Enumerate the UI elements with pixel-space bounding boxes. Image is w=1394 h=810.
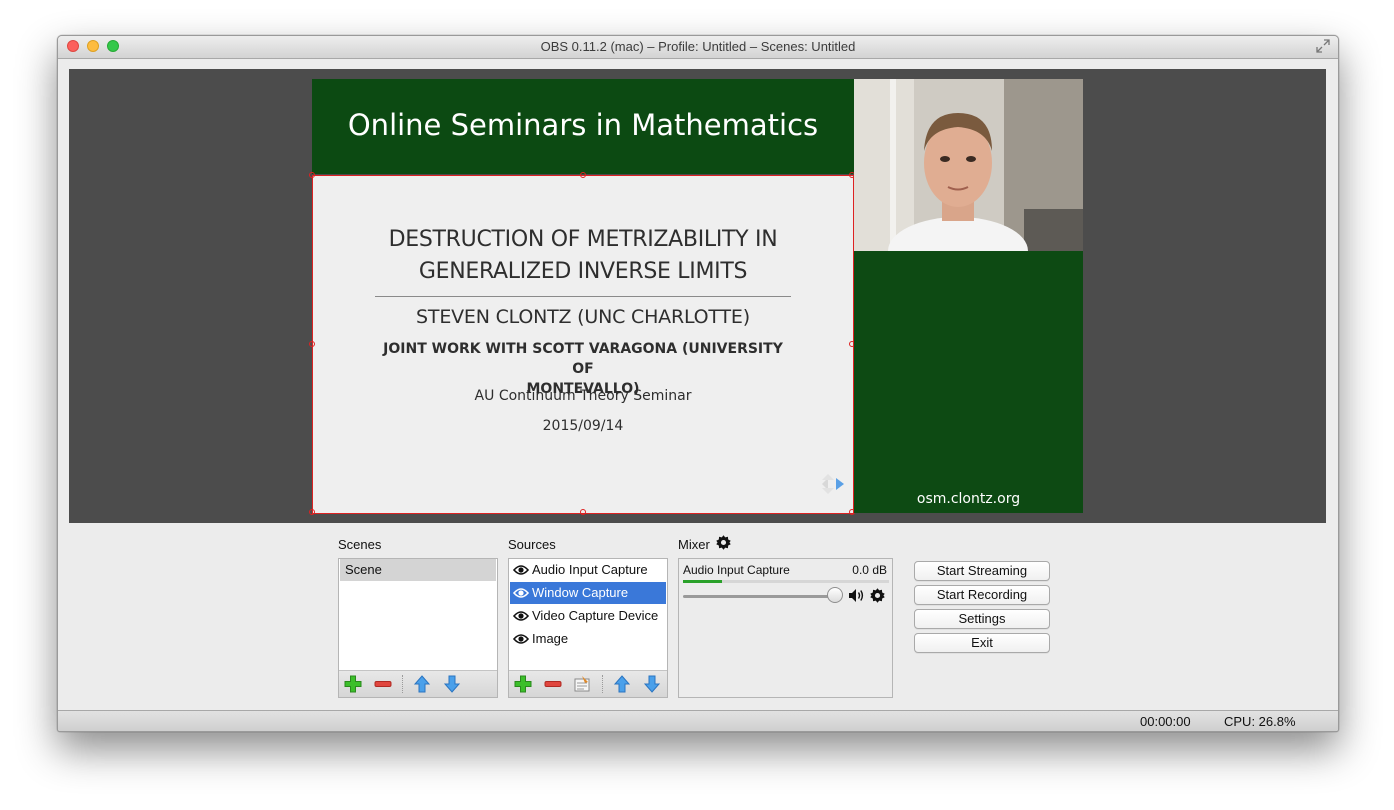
move-source-up-icon[interactable] (613, 675, 631, 693)
slide-title-line1: DESTRUCTION OF METRIZABILITY IN (388, 227, 778, 252)
volume-meter-fill (683, 580, 722, 583)
status-bar: 00:00:00 CPU: 26.8% (58, 710, 1338, 731)
source-properties-icon[interactable] (573, 675, 591, 693)
slide-seminar: AU Continuum Theory Seminar (474, 388, 692, 404)
source-label: Image (532, 631, 569, 646)
mixer-gear-icon[interactable] (715, 534, 732, 551)
remove-scene-icon[interactable] (374, 675, 392, 693)
slide-title-line2: GENERALIZED INVERSE LIMITS (418, 259, 748, 284)
sources-toolbar (509, 670, 667, 697)
sources-list[interactable]: Audio Input Capture Window Capture Video… (508, 558, 668, 698)
remove-source-icon[interactable] (544, 675, 562, 693)
source-item-video-capture-device[interactable]: Video Capture Device (510, 605, 666, 627)
resize-handle-ml[interactable] (309, 341, 315, 347)
move-scene-up-icon[interactable] (413, 675, 431, 693)
volume-slider-track[interactable] (683, 595, 835, 598)
status-elapsed-time: 00:00:00 (1140, 714, 1191, 729)
title-bar[interactable]: OBS 0.11.2 (mac) – Profile: Untitled – S… (58, 36, 1338, 59)
scenes-toolbar-separator (402, 675, 404, 693)
visibility-eye-icon[interactable] (513, 564, 529, 576)
webcam-person-image (854, 79, 1083, 251)
obs-window: OBS 0.11.2 (mac) – Profile: Untitled – S… (57, 35, 1339, 732)
slide-date: 2015/09/14 (542, 418, 624, 434)
slide-divider (375, 296, 791, 297)
scene-item[interactable]: Scene (340, 559, 496, 581)
resize-handle-tm[interactable] (580, 172, 586, 178)
source-item-image[interactable]: Image (510, 628, 666, 650)
webcam-feed (854, 79, 1083, 251)
start-recording-button[interactable]: Start Recording (914, 585, 1050, 605)
add-scene-icon[interactable] (344, 675, 362, 693)
speaker-mute-icon[interactable] (848, 588, 865, 603)
slide-author: STEVEN CLONTZ (UNC CHARLOTTE) (416, 306, 750, 328)
start-streaming-button[interactable]: Start Streaming (914, 561, 1050, 581)
source-item-audio-input-capture[interactable]: Audio Input Capture (510, 559, 666, 581)
source-item-window-capture[interactable]: Window Capture (510, 582, 666, 604)
fullscreen-icon[interactable] (1316, 39, 1330, 53)
window-capture-source[interactable]: DESTRUCTION OF METRIZABILITY IN GENERALI… (309, 172, 855, 515)
resize-handle-bm[interactable] (580, 509, 586, 515)
sources-label: Sources (508, 537, 556, 552)
channel-settings-gear-icon[interactable] (869, 587, 886, 604)
mixer-label: Mixer (678, 537, 710, 552)
volume-meter (683, 580, 889, 583)
scenes-toolbar (339, 670, 497, 697)
window-title: OBS 0.11.2 (mac) – Profile: Untitled – S… (540, 39, 856, 54)
status-cpu-usage: CPU: 26.8% (1224, 714, 1296, 729)
volume-slider-knob[interactable] (827, 587, 843, 603)
settings-button[interactable]: Settings (914, 609, 1050, 629)
source-label: Audio Input Capture (532, 562, 648, 577)
move-source-down-icon[interactable] (643, 675, 661, 693)
move-scene-down-icon[interactable] (443, 675, 461, 693)
resize-handle-bl[interactable] (309, 509, 315, 515)
source-label: Window Capture (532, 585, 629, 600)
source-label: Video Capture Device (532, 608, 659, 623)
slide-joint-line1: JOINT WORK WITH SCOTT VARAGONA (UNIVERSI… (383, 341, 783, 377)
mixer-panel: Audio Input Capture 0.0 dB (678, 558, 893, 698)
visibility-eye-icon[interactable] (513, 587, 529, 599)
visibility-eye-icon[interactable] (513, 633, 529, 645)
side-panel-url: osm.clontz.org (916, 491, 1021, 507)
green-side-panel: osm.clontz.org (854, 251, 1083, 513)
exit-button[interactable]: Exit (914, 633, 1050, 653)
preview-canvas[interactable]: Online Seminars in Mathematics DESTRUCTI… (69, 69, 1326, 523)
visibility-eye-icon[interactable] (513, 610, 529, 622)
slide-nav-icon (822, 474, 844, 494)
mixer-channel-level: 0.0 dB (852, 563, 887, 577)
scenes-list[interactable]: Scene (338, 558, 498, 698)
mixer-channel-name: Audio Input Capture (683, 563, 790, 577)
slide-header: Online Seminars in Mathematics (312, 79, 854, 174)
resize-handle-tl[interactable] (309, 172, 315, 178)
slide-title: DESTRUCTION OF METRIZABILITY IN GENERALI… (333, 224, 833, 288)
sources-toolbar-separator (602, 675, 604, 693)
scenes-label: Scenes (338, 537, 382, 552)
add-source-icon[interactable] (514, 675, 532, 693)
slide-header-title: Online Seminars in Mathematics (347, 108, 819, 142)
